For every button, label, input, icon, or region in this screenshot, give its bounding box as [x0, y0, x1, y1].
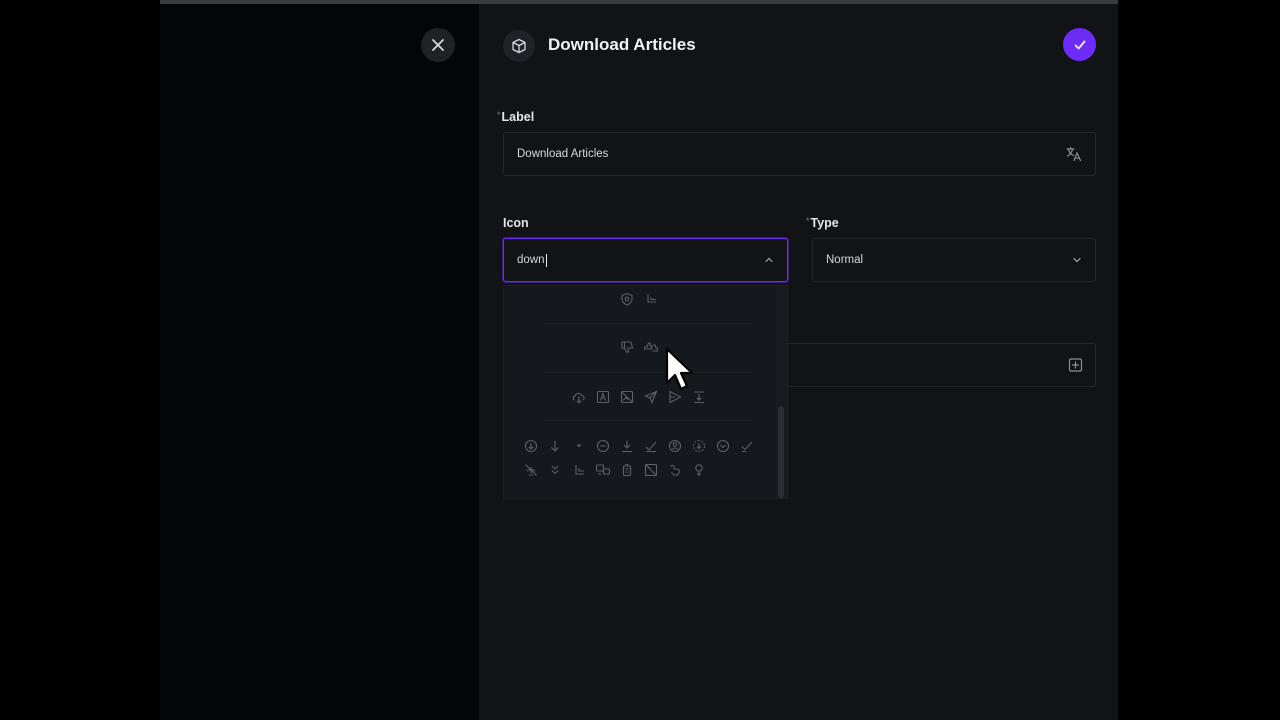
- text-caret: [545, 253, 547, 267]
- close-button[interactable]: [421, 28, 455, 62]
- hidden-field-input[interactable]: [788, 343, 1096, 387]
- arrow-down-icon[interactable]: [546, 437, 564, 455]
- icon-field-label: Icon: [503, 216, 529, 230]
- header-badge: [503, 30, 535, 62]
- dropdown-scrollbar[interactable]: [776, 286, 786, 498]
- row-divider: [544, 372, 752, 373]
- switch-icon[interactable]: [594, 461, 612, 479]
- female-icon[interactable]: [690, 461, 708, 479]
- cube-icon: [512, 38, 526, 54]
- type-field-label-text: Type: [810, 216, 839, 230]
- icon-picker-dropdown[interactable]: [503, 285, 788, 499]
- close-icon: [432, 39, 444, 51]
- photo-down-icon[interactable]: [642, 461, 660, 479]
- circle-arrow-down-icon[interactable]: [522, 437, 540, 455]
- chevrons-down-icon[interactable]: [546, 461, 564, 479]
- label-input[interactable]: Download Articles: [503, 132, 1096, 176]
- hand-down-icon[interactable]: [666, 461, 684, 479]
- chevron-down-icon[interactable]: [1071, 254, 1083, 266]
- send-off-icon[interactable]: [666, 388, 684, 406]
- add-square-icon[interactable]: [1068, 358, 1083, 373]
- image-off-icon[interactable]: [618, 388, 636, 406]
- circle-check-down-icon[interactable]: [714, 437, 732, 455]
- type-select-value: Normal: [826, 254, 864, 266]
- page-title: Download Articles: [548, 35, 696, 54]
- label-field-label: *Label: [497, 110, 534, 124]
- translate-icon[interactable]: [1065, 145, 1083, 163]
- letter-a-icon[interactable]: [594, 388, 612, 406]
- scrollbar-thumb[interactable]: [778, 406, 784, 498]
- corner-down-left-icon[interactable]: [642, 290, 660, 308]
- thumbs-updown-icon[interactable]: [642, 338, 660, 356]
- check-icon[interactable]: [642, 437, 660, 455]
- shield-icon[interactable]: [618, 290, 636, 308]
- check-icon: [1074, 40, 1085, 49]
- type-field-label: *Type: [806, 216, 839, 230]
- circle-dashed-download-icon[interactable]: [690, 437, 708, 455]
- icon-search-input[interactable]: down: [503, 238, 788, 282]
- thumb-down-icon[interactable]: [618, 338, 636, 356]
- circle-chevron-down-icon[interactable]: [594, 437, 612, 455]
- label-input-value: Download Articles: [517, 148, 609, 160]
- caret-down-icon[interactable]: [570, 437, 588, 455]
- required-marker: *: [497, 110, 501, 120]
- type-select[interactable]: Normal: [812, 238, 1096, 282]
- wifi-off-icon[interactable]: [522, 461, 540, 479]
- confirm-button[interactable]: [1063, 28, 1096, 61]
- battery-down-icon[interactable]: [618, 461, 636, 479]
- label-field-label-text: Label: [501, 110, 535, 124]
- send-icon[interactable]: [642, 388, 660, 406]
- row-divider: [544, 420, 752, 421]
- chevron-up-icon[interactable]: [763, 254, 775, 266]
- check-icon[interactable]: [738, 437, 756, 455]
- align-bottom-icon[interactable]: [690, 388, 708, 406]
- corner-left-down-icon[interactable]: [570, 461, 588, 479]
- download-icon[interactable]: [618, 437, 636, 455]
- cloud-download-icon[interactable]: [570, 388, 588, 406]
- user-circle-icon[interactable]: [666, 437, 684, 455]
- required-marker: *: [806, 216, 810, 226]
- icon-search-value: down: [517, 254, 545, 266]
- row-divider: [544, 323, 752, 324]
